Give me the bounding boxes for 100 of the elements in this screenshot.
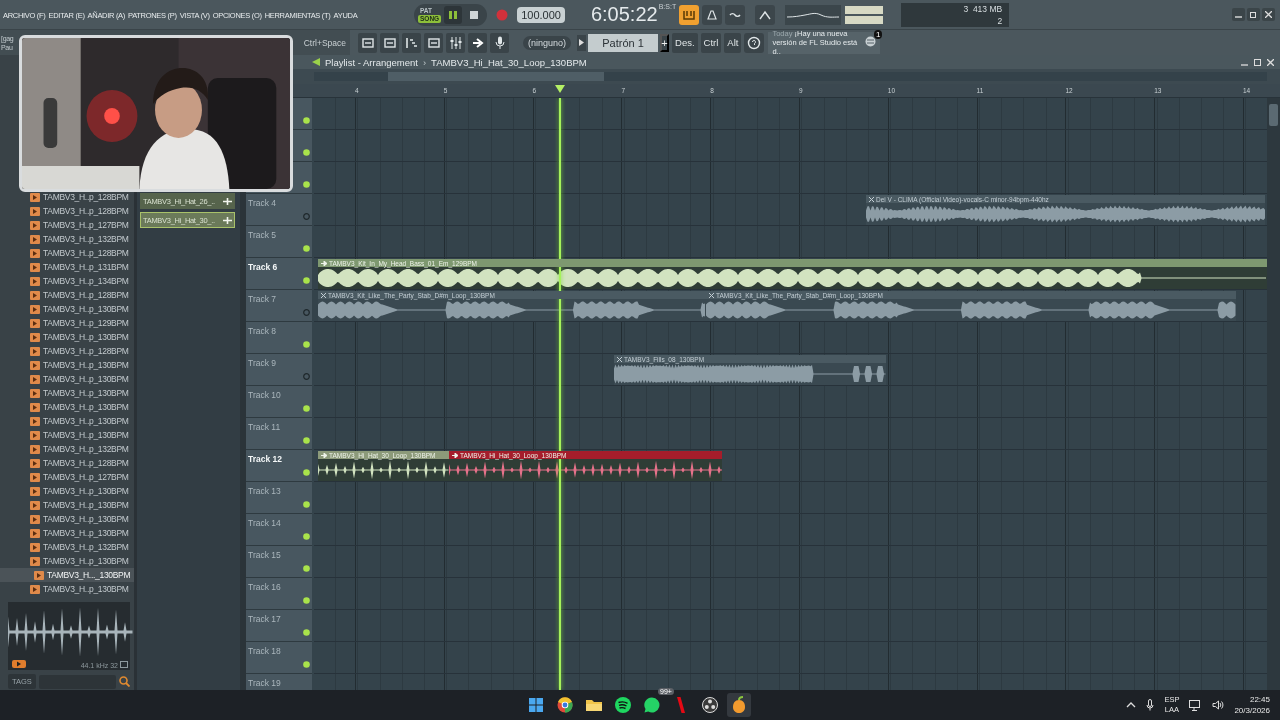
toolbar-button[interactable]: Ctrl bbox=[700, 32, 722, 53]
track-header[interactable]: Track 4 bbox=[246, 194, 312, 226]
file-item[interactable]: TAMBV3_H..p_130BPM bbox=[0, 554, 134, 568]
file-item[interactable]: TAMBV3_H..p_130BPM bbox=[0, 526, 134, 540]
channel-rack-button[interactable] bbox=[380, 32, 399, 53]
pattern-group-selector[interactable]: (ninguno) bbox=[523, 35, 572, 50]
cross-icon[interactable] bbox=[321, 292, 326, 298]
loop-icon[interactable] bbox=[120, 661, 128, 668]
add-pattern-button[interactable]: + bbox=[660, 33, 670, 52]
tempo-display[interactable]: 100.000 bbox=[517, 6, 565, 23]
file-item[interactable]: TAMBV3_H..p_130BPM bbox=[0, 302, 134, 316]
toolbar-button[interactable]: Des. bbox=[672, 32, 698, 53]
mute-switch-icon[interactable] bbox=[303, 181, 310, 188]
play-button[interactable] bbox=[444, 5, 463, 24]
microphone-icon[interactable] bbox=[1146, 699, 1155, 711]
mute-switch-icon[interactable] bbox=[303, 117, 310, 124]
piano-roll-button[interactable] bbox=[402, 32, 421, 53]
countdown-button[interactable] bbox=[702, 4, 723, 25]
scroll-thumb[interactable] bbox=[388, 72, 604, 81]
browser-button[interactable] bbox=[424, 32, 443, 53]
mute-switch-icon[interactable] bbox=[303, 245, 310, 252]
mute-switch-icon[interactable] bbox=[303, 629, 310, 636]
track-header[interactable]: Track 6 bbox=[246, 258, 312, 290]
track-header[interactable]: Track 14 bbox=[246, 514, 312, 546]
track-header[interactable]: Track 9 bbox=[246, 354, 312, 386]
vertical-scrollbar[interactable] bbox=[1267, 98, 1280, 690]
file-item[interactable]: TAMBV3_H..p_130BPM bbox=[0, 400, 134, 414]
pattern-menu-button[interactable] bbox=[577, 34, 587, 51]
track-header[interactable]: Track 13 bbox=[246, 482, 312, 514]
search-icon[interactable] bbox=[119, 676, 130, 687]
track-header[interactable]: Track 12 bbox=[246, 450, 312, 482]
file-item[interactable]: TAMBV3_H..p_130BPM bbox=[0, 386, 134, 400]
arrow-icon[interactable] bbox=[321, 260, 327, 266]
file-item[interactable]: TAMBV3_H..p_130BPM bbox=[0, 330, 134, 344]
monitor-icon[interactable] bbox=[1189, 699, 1203, 711]
close-button[interactable] bbox=[1262, 8, 1275, 21]
mute-switch-off-icon[interactable] bbox=[303, 213, 310, 220]
file-item[interactable]: TAMBV3_H..p_128BPM bbox=[0, 288, 134, 302]
file-item[interactable]: TAMBV3_H..p_132BPM bbox=[0, 540, 134, 554]
cross-icon[interactable] bbox=[617, 356, 622, 362]
mute-switch-icon[interactable] bbox=[303, 341, 310, 348]
file-item[interactable]: TAMBV3_H..p_130BPM bbox=[0, 582, 134, 596]
mute-switch-icon[interactable] bbox=[303, 501, 310, 508]
cross-icon[interactable] bbox=[709, 292, 714, 298]
typing-keyboard-button[interactable] bbox=[679, 4, 700, 25]
chevron-up-icon[interactable] bbox=[1126, 702, 1137, 708]
file-item[interactable]: TAMBV3_H..p_130BPM bbox=[0, 414, 134, 428]
playlist-button[interactable] bbox=[358, 32, 377, 53]
cross-icon[interactable] bbox=[869, 196, 874, 202]
mute-switch-icon[interactable] bbox=[303, 597, 310, 604]
restore-button[interactable] bbox=[1247, 8, 1260, 21]
file-item[interactable]: TAMBV3_H..p_131BPM bbox=[0, 260, 134, 274]
mute-switch-icon[interactable] bbox=[303, 661, 310, 668]
mute-switch-icon[interactable] bbox=[303, 533, 310, 540]
help-button[interactable] bbox=[744, 32, 765, 53]
mute-switch-icon[interactable] bbox=[303, 469, 310, 476]
mute-switch-icon[interactable] bbox=[303, 405, 310, 412]
track-header[interactable]: Track 8 bbox=[246, 322, 312, 354]
speaker-icon[interactable] bbox=[1212, 700, 1225, 710]
file-item[interactable]: TAMBV3_H..p_129BPM bbox=[0, 316, 134, 330]
plugin-button[interactable] bbox=[468, 32, 487, 53]
file-item[interactable]: TAMBV3_H..._130BPM bbox=[0, 568, 134, 582]
record-audio-button[interactable] bbox=[490, 32, 509, 53]
clock[interactable]: 22:45 20/3/2026 bbox=[1234, 694, 1270, 716]
file-item[interactable]: TAMBV3_H..p_130BPM bbox=[0, 484, 134, 498]
file-item[interactable]: TAMBV3_H..p_130BPM bbox=[0, 372, 134, 386]
file-item[interactable]: TAMBV3_H..p_130BPM bbox=[0, 498, 134, 512]
file-item[interactable]: TAMBV3_H..p_134BPM bbox=[0, 274, 134, 288]
file-item[interactable]: TAMBV3_H..p_128BPM bbox=[0, 204, 134, 218]
file-item[interactable]: TAMBV3_H..p_127BPM bbox=[0, 470, 134, 484]
mute-switch-off-icon[interactable] bbox=[303, 373, 310, 380]
file-item[interactable]: TAMBV3_H..p_128BPM bbox=[0, 456, 134, 470]
file-item[interactable]: TAMBV3_H..p_132BPM bbox=[0, 442, 134, 456]
file-item[interactable]: TAMBV3_H..p_128BPM bbox=[0, 190, 134, 204]
play-icon[interactable] bbox=[12, 660, 26, 668]
wait-button[interactable] bbox=[755, 4, 776, 25]
file-item[interactable]: TAMBV3_H..p_130BPM bbox=[0, 358, 134, 372]
mute-switch-icon[interactable] bbox=[303, 149, 310, 156]
mute-switch-off-icon[interactable] bbox=[303, 309, 310, 316]
file-item[interactable]: TAMBV3_H..p_128BPM bbox=[0, 246, 134, 260]
search-field[interactable] bbox=[38, 674, 116, 689]
taskbar-app[interactable] bbox=[727, 693, 751, 717]
pattern-selector[interactable]: Patrón 1 bbox=[588, 33, 659, 52]
mixer-button[interactable] bbox=[446, 32, 465, 53]
mute-switch-icon[interactable] bbox=[303, 277, 310, 284]
track-header[interactable]: Track 7 bbox=[246, 290, 312, 322]
track-header[interactable]: Track 17 bbox=[246, 610, 312, 642]
minimize-button[interactable] bbox=[1232, 8, 1245, 21]
track-header[interactable]: Track 18 bbox=[246, 642, 312, 674]
track-header[interactable]: Track 19 bbox=[246, 674, 312, 690]
file-item[interactable]: TAMBV3_H..p_128BPM bbox=[0, 344, 134, 358]
file-item[interactable]: TAMBV3_H..p_132BPM bbox=[0, 232, 134, 246]
restore-icon[interactable] bbox=[1254, 58, 1261, 66]
file-item[interactable]: TAMBV3_H..p_127BPM bbox=[0, 218, 134, 232]
loop-record-button[interactable] bbox=[725, 4, 746, 25]
track-header[interactable]: Track 10 bbox=[246, 386, 312, 418]
overview-scrollbar[interactable] bbox=[314, 72, 1267, 81]
play-arrow-icon[interactable] bbox=[312, 58, 320, 66]
arrow-icon[interactable] bbox=[452, 452, 458, 458]
track-header[interactable]: Track 16 bbox=[246, 578, 312, 610]
